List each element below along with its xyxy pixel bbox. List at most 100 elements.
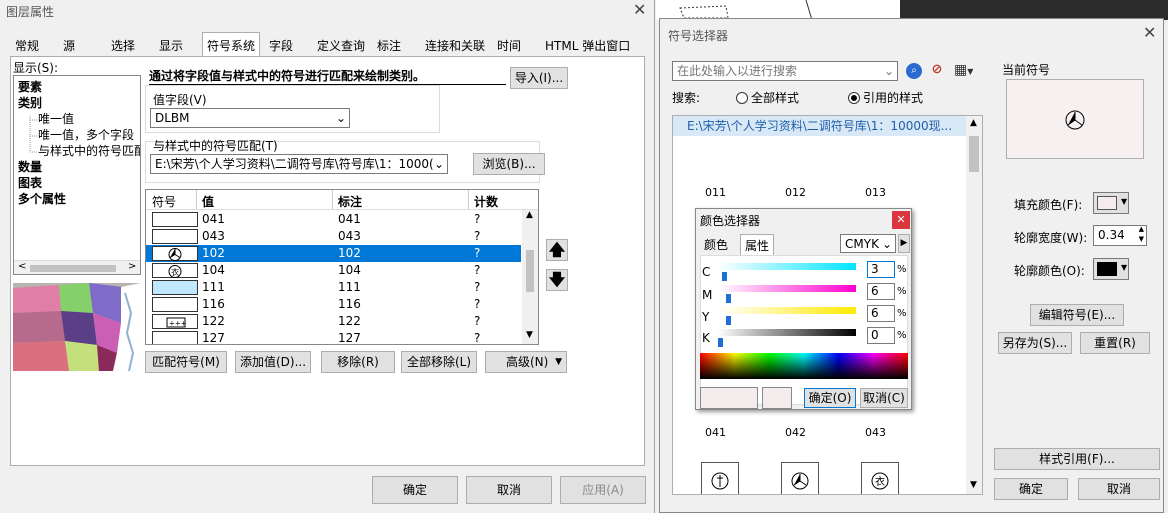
tree-item-charts[interactable]: 图表 bbox=[18, 174, 42, 191]
value-field-select[interactable]: DLBM ⌄ bbox=[150, 108, 350, 128]
channel-c-slider[interactable] bbox=[718, 263, 856, 270]
tab-properties[interactable]: 属性 bbox=[740, 234, 775, 256]
scroll-up-icon[interactable]: ▲ bbox=[970, 118, 977, 128]
import-button[interactable]: 导入(I)... bbox=[510, 67, 568, 89]
cancel-button[interactable]: 取消 bbox=[466, 476, 552, 504]
style-path-select[interactable]: E:\宋芳\个人学习资料\二调符号库\符号库\1：1000( ⌄ bbox=[150, 154, 448, 174]
symbol-swatch[interactable] bbox=[152, 229, 198, 244]
reset-button[interactable]: 重置(R) bbox=[1080, 332, 1150, 354]
match-symbols-button[interactable]: 匹配符号(M) bbox=[145, 351, 227, 373]
tab-fields[interactable]: 字段 bbox=[264, 34, 298, 56]
scroll-up-icon[interactable]: ▲ bbox=[526, 210, 533, 220]
table-row[interactable]: 102 102? bbox=[146, 245, 521, 262]
col-header-count[interactable]: 计数 bbox=[474, 193, 498, 210]
outline-color-button[interactable]: ▼ bbox=[1093, 258, 1129, 280]
channel-m-slider[interactable] bbox=[718, 285, 856, 292]
apply-button[interactable]: 应用(A) bbox=[560, 476, 646, 504]
tab-joins[interactable]: 连接和关联 bbox=[420, 34, 490, 56]
channel-k-slider[interactable] bbox=[718, 329, 856, 336]
vertical-scrollbar[interactable]: ▲ ▼ bbox=[966, 116, 982, 494]
symbol-swatch[interactable]: 衣 bbox=[152, 263, 198, 278]
channel-y-slider[interactable] bbox=[718, 307, 856, 314]
channel-c-input[interactable]: 3 bbox=[867, 261, 895, 278]
symbol-tile[interactable]: 衣 bbox=[861, 462, 899, 494]
remove-button[interactable]: 移除(R) bbox=[321, 351, 395, 373]
remove-all-button[interactable]: 全部移除(L) bbox=[401, 351, 477, 373]
symbol-tile[interactable] bbox=[781, 462, 819, 494]
advanced-button[interactable]: 高级(N) ▼ bbox=[485, 351, 567, 373]
save-as-button[interactable]: 另存为(S)... bbox=[998, 332, 1072, 354]
edit-symbol-button[interactable]: 编辑符号(E)... bbox=[1030, 304, 1124, 326]
symbol-swatch[interactable]: +++ bbox=[152, 314, 198, 329]
close-icon[interactable]: ✕ bbox=[892, 211, 910, 229]
outline-width-input[interactable]: 0.34 ▲ ▼ bbox=[1093, 225, 1147, 246]
channel-m-input[interactable]: 6 bbox=[867, 283, 895, 300]
clear-search-icon[interactable]: ⊘ bbox=[928, 62, 946, 80]
tree-item-quantities[interactable]: 数量 bbox=[18, 158, 42, 175]
search-input[interactable]: 在此处输入以进行搜索 ⌄ bbox=[672, 61, 898, 81]
tree-item-unique-values-multi[interactable]: 唯一值，多个字段 bbox=[38, 126, 134, 143]
tab-color[interactable]: 颜色 bbox=[704, 236, 728, 253]
tab-labels[interactable]: 标注 bbox=[372, 34, 406, 56]
add-values-button[interactable]: 添加值(D)... bbox=[235, 351, 311, 373]
col-header-symbol[interactable]: 符号 bbox=[152, 193, 176, 210]
slider-thumb[interactable] bbox=[721, 272, 727, 281]
vertical-scrollbar[interactable]: ▲ ▼ bbox=[522, 210, 538, 344]
tab-time[interactable]: 时间 bbox=[492, 34, 526, 56]
tab-html-popup[interactable]: HTML 弹出窗口 bbox=[540, 34, 635, 56]
table-row[interactable]: 127 127? bbox=[146, 330, 521, 344]
slider-thumb[interactable] bbox=[725, 316, 731, 325]
color-ok-button[interactable]: 确定(O) bbox=[804, 388, 856, 408]
scroll-thumb[interactable] bbox=[526, 250, 534, 292]
browse-button[interactable]: 浏览(B)... bbox=[473, 153, 545, 175]
table-row[interactable]: 043 043? bbox=[146, 228, 521, 245]
move-down-button[interactable]: 🡇 bbox=[546, 269, 568, 291]
radio-referenced-styles[interactable]: 引用的样式 bbox=[848, 89, 923, 106]
ok-button[interactable]: 确定 bbox=[372, 476, 458, 504]
move-up-button[interactable]: 🡅 bbox=[546, 239, 568, 261]
scroll-down-icon[interactable]: ▼ bbox=[970, 480, 977, 490]
tab-symbology[interactable]: 符号系统 bbox=[202, 32, 261, 56]
tab-source[interactable]: 源 bbox=[58, 34, 80, 56]
symbol-swatch[interactable] bbox=[152, 212, 198, 227]
scroll-thumb[interactable] bbox=[969, 136, 979, 172]
close-icon[interactable]: ✕ bbox=[633, 0, 646, 19]
slider-thumb[interactable] bbox=[725, 294, 731, 303]
tree-item-unique-values[interactable]: 唯一值 bbox=[38, 110, 74, 127]
symbol-swatch[interactable] bbox=[152, 297, 198, 312]
scroll-left-icon[interactable]: < bbox=[18, 261, 26, 272]
radio-all-styles[interactable]: 全部样式 bbox=[736, 89, 799, 106]
symbol-tile[interactable] bbox=[701, 462, 739, 494]
tree-item-features[interactable]: 要素 bbox=[18, 78, 42, 95]
view-grid-icon[interactable]: ▦▼ bbox=[954, 62, 973, 78]
style-group-header[interactable]: E:\宋芳\个人学习资料\二调符号库\1：10000现... bbox=[673, 116, 966, 136]
close-icon[interactable]: ✕ bbox=[1143, 23, 1156, 42]
color-cancel-button[interactable]: 取消(C) bbox=[860, 388, 908, 408]
tab-selection[interactable]: 选择 bbox=[106, 34, 140, 56]
scroll-down-icon[interactable]: ▼ bbox=[526, 330, 533, 340]
tab-definition-query[interactable]: 定义查询 bbox=[312, 34, 370, 56]
spinner-icon[interactable]: ▲ ▼ bbox=[1139, 226, 1144, 244]
channel-k-input[interactable]: 0 bbox=[867, 327, 895, 344]
symbol-swatch[interactable] bbox=[152, 280, 198, 295]
tab-general[interactable]: 常规 bbox=[10, 34, 44, 56]
table-row[interactable]: +++ 122 122? bbox=[146, 313, 521, 330]
scroll-right-icon[interactable]: > bbox=[128, 261, 136, 272]
tree-item-categories[interactable]: 类别 bbox=[18, 94, 42, 111]
symbol-swatch[interactable] bbox=[152, 331, 198, 344]
fill-color-button[interactable]: ▼ bbox=[1093, 192, 1129, 214]
table-row[interactable]: 041 041? bbox=[146, 211, 521, 228]
table-row[interactable]: 衣 104 104? bbox=[146, 262, 521, 279]
horizontal-scrollbar[interactable]: < > bbox=[14, 260, 140, 274]
color-model-select[interactable]: CMYK ⌄ bbox=[840, 234, 896, 253]
scroll-thumb[interactable] bbox=[30, 265, 116, 272]
selector-ok-button[interactable]: 确定 bbox=[994, 478, 1068, 500]
tree-item-match-style[interactable]: 与样式中的符号匹配 bbox=[38, 142, 140, 159]
channel-y-input[interactable]: 6 bbox=[867, 305, 895, 322]
search-icon[interactable]: ⌕ bbox=[906, 63, 922, 79]
tab-display[interactable]: 显示 bbox=[154, 34, 188, 56]
col-header-label[interactable]: 标注 bbox=[338, 193, 362, 210]
spectrum-picker[interactable] bbox=[700, 353, 908, 379]
table-row[interactable]: 116 116? bbox=[146, 296, 521, 313]
slider-thumb[interactable] bbox=[718, 338, 723, 347]
